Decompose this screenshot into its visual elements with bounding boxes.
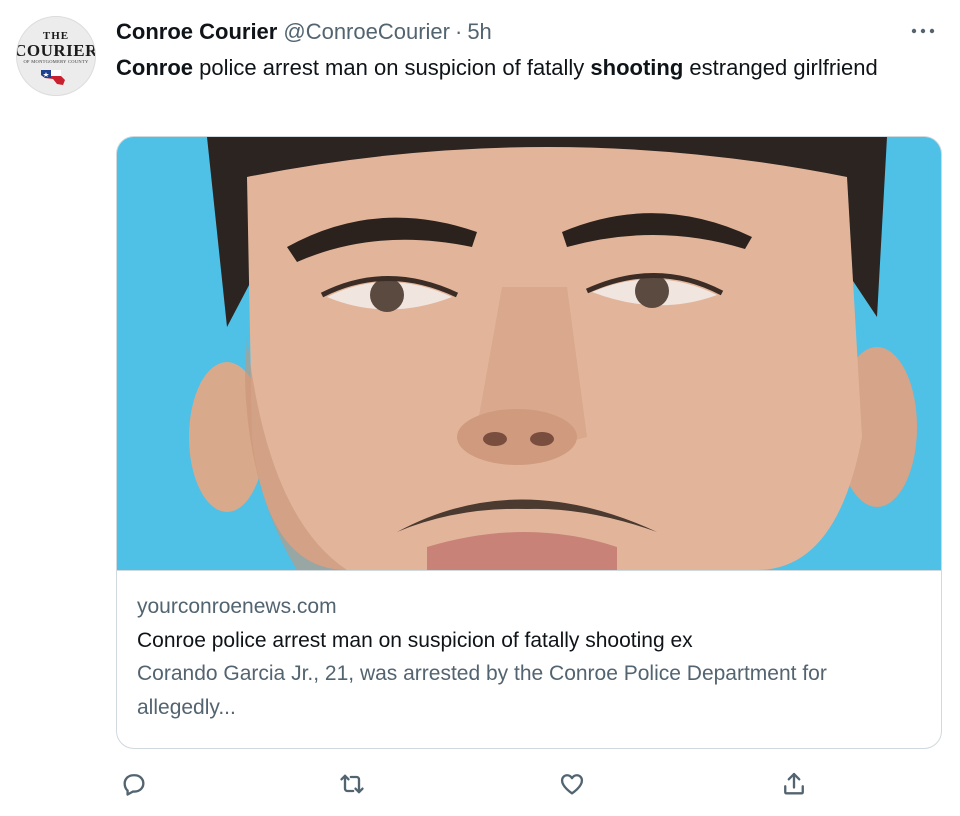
like-button[interactable]	[554, 766, 590, 802]
tweet-text: Conroe police arrest man on suspicion of…	[116, 51, 916, 84]
avatar-logo-line2: COURIER	[16, 41, 96, 60]
display-name[interactable]: Conroe Courier	[116, 19, 277, 45]
tweet-text-part: shooting	[590, 55, 684, 80]
more-options-button[interactable]	[908, 16, 938, 46]
retweet-button[interactable]	[334, 766, 370, 802]
avatar[interactable]: THE COURIER OF MONTGOMERY COUNTY	[16, 16, 96, 96]
card-domain: yourconroenews.com	[137, 595, 337, 618]
tweet-actions	[116, 766, 816, 806]
reply-button[interactable]	[116, 766, 152, 802]
timestamp[interactable]: 5h	[467, 19, 491, 45]
user-handle[interactable]: @ConroeCourier	[283, 19, 450, 45]
retweet-icon	[340, 774, 364, 794]
card-description: Corando Garcia Jr., 21, was arrested by …	[137, 662, 827, 719]
portrait-illustration	[117, 137, 941, 570]
share-icon	[784, 772, 804, 795]
card-image[interactable]	[117, 137, 941, 570]
card-title: Conroe police arrest man on suspicion of…	[137, 629, 693, 652]
texas-flag-icon	[41, 70, 65, 85]
reply-icon	[123, 774, 145, 796]
separator-dot: ·	[454, 19, 463, 44]
tweet-text-part: Conroe	[116, 55, 193, 80]
like-icon	[560, 774, 584, 795]
tweet-header: Conroe Courier @ConroeCourier · 5h	[116, 16, 492, 48]
link-card[interactable]: yourconroenews.com Conroe police arrest …	[116, 136, 942, 749]
more-icon	[911, 28, 935, 34]
avatar-logo-line3: OF MONTGOMERY COUNTY	[23, 59, 89, 64]
share-button[interactable]	[776, 766, 812, 802]
tweet-text-part: estranged girlfriend	[683, 55, 878, 80]
card-body[interactable]: yourconroenews.com Conroe police arrest …	[117, 570, 941, 748]
tweet-text-part: police arrest man on suspicion of fatall…	[193, 55, 591, 80]
